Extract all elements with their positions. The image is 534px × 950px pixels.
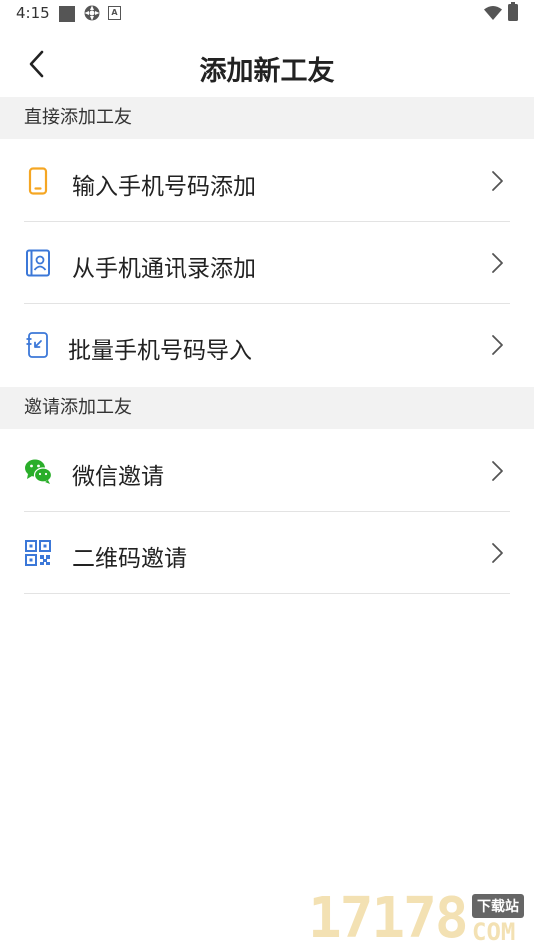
contacts-icon bbox=[26, 249, 50, 277]
status-bar: 4:15 A bbox=[0, 0, 534, 28]
battery-icon bbox=[508, 2, 518, 21]
list-item-batch-import[interactable]: 批量手机号码导入 bbox=[0, 304, 534, 386]
list-item-label: 微信邀请 bbox=[72, 464, 164, 490]
phone-icon bbox=[28, 167, 48, 195]
list-item-label: 从手机通讯录添加 bbox=[72, 256, 256, 282]
list-item-label: 输入手机号码添加 bbox=[72, 174, 256, 200]
page-title: 添加新工友 bbox=[199, 56, 335, 87]
chevron-right-icon bbox=[492, 171, 503, 191]
notification-square-icon bbox=[59, 6, 75, 22]
watermark-number: 17178 bbox=[308, 886, 469, 950]
list-item-phone-add[interactable]: 输入手机号码添加 bbox=[0, 140, 534, 222]
nav-bar: 添加新工友 bbox=[0, 30, 534, 96]
import-icon bbox=[26, 332, 48, 358]
settings-notification-icon bbox=[84, 5, 100, 21]
wechat-icon bbox=[25, 459, 52, 484]
wifi-icon bbox=[484, 6, 502, 20]
list-item-label: 批量手机号码导入 bbox=[68, 338, 252, 364]
list-item-wechat-invite[interactable]: 微信邀请 bbox=[0, 430, 534, 512]
qrcode-icon bbox=[25, 540, 51, 566]
a-notification-icon: A bbox=[108, 6, 121, 20]
list-item-contacts-add[interactable]: 从手机通讯录添加 bbox=[0, 222, 534, 304]
chevron-right-icon bbox=[492, 335, 503, 355]
list-item-qrcode-invite[interactable]: 二维码邀请 bbox=[0, 512, 534, 594]
chevron-right-icon bbox=[492, 253, 503, 273]
section-header-direct: 直接添加工友 bbox=[0, 97, 534, 139]
watermark-logo: 17178 下载站 COM bbox=[308, 888, 534, 950]
chevron-right-icon bbox=[492, 461, 503, 481]
watermark-tag: 下载站 bbox=[472, 894, 524, 918]
divider bbox=[24, 593, 510, 594]
status-time: 4:15 bbox=[16, 4, 50, 22]
chevron-right-icon bbox=[492, 543, 503, 563]
section-header-invite: 邀请添加工友 bbox=[0, 387, 534, 429]
list-item-label: 二维码邀请 bbox=[72, 546, 187, 572]
watermark-domain: COM bbox=[472, 918, 516, 946]
